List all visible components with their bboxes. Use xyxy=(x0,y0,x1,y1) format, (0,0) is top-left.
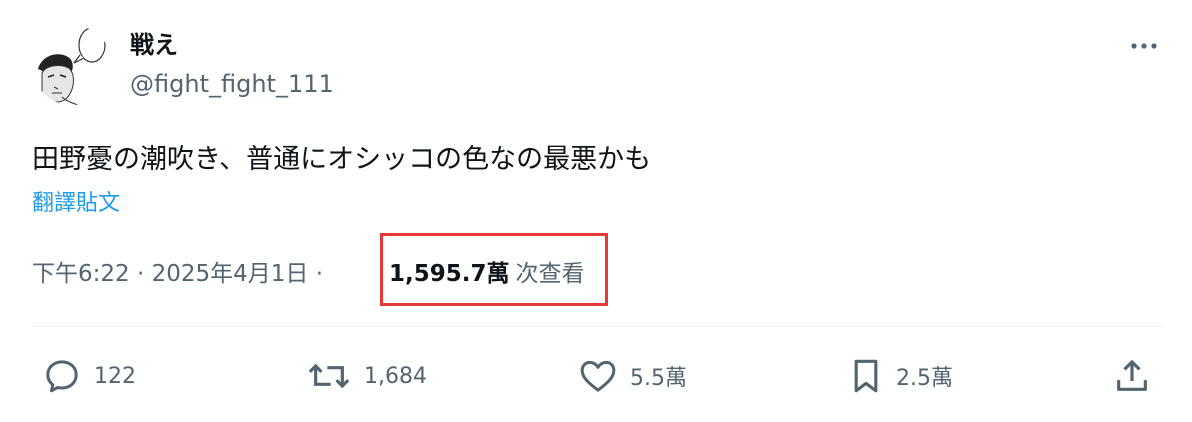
speech-bubble-icon xyxy=(46,360,78,393)
bookmark-button[interactable]: 2.5萬 xyxy=(848,356,953,396)
more-horizontal-icon xyxy=(1131,43,1157,49)
bookmark-count: 2.5萬 xyxy=(896,366,953,391)
avatar-manga-image xyxy=(32,25,112,105)
retweet-arrows-icon xyxy=(308,363,350,389)
divider xyxy=(32,326,1164,327)
retweet-count: 1,684 xyxy=(364,363,427,389)
reply-count: 122 xyxy=(94,363,136,389)
tweet-text: 田野憂の潮吹き、普通にオシッコの色なの最悪かも xyxy=(32,144,652,175)
like-count: 5.5萬 xyxy=(630,366,687,391)
share-button[interactable] xyxy=(1112,356,1152,396)
like-button[interactable]: 5.5萬 xyxy=(578,356,687,396)
avatar[interactable] xyxy=(32,25,112,105)
share-upload-icon xyxy=(1117,360,1147,391)
author-display-name[interactable]: 戦え xyxy=(130,30,178,60)
more-options-button[interactable] xyxy=(1124,31,1164,61)
view-count-number: 1,595.7萬 xyxy=(389,261,510,287)
view-count[interactable]: 1,595.7萬 次查看 xyxy=(389,258,585,290)
author-handle[interactable]: @fight_fight_111 xyxy=(130,68,334,100)
reply-button[interactable]: 122 xyxy=(42,356,136,396)
bookmark-icon xyxy=(854,359,878,393)
retweet-button[interactable]: 1,684 xyxy=(306,356,427,396)
view-count-label: 次查看 xyxy=(515,261,585,287)
tweet-timestamp[interactable]: 下午6:22 · 2025年4月1日 · xyxy=(32,258,323,290)
translate-post-link[interactable]: 翻譯貼文 xyxy=(32,188,120,220)
heart-icon xyxy=(580,360,616,392)
